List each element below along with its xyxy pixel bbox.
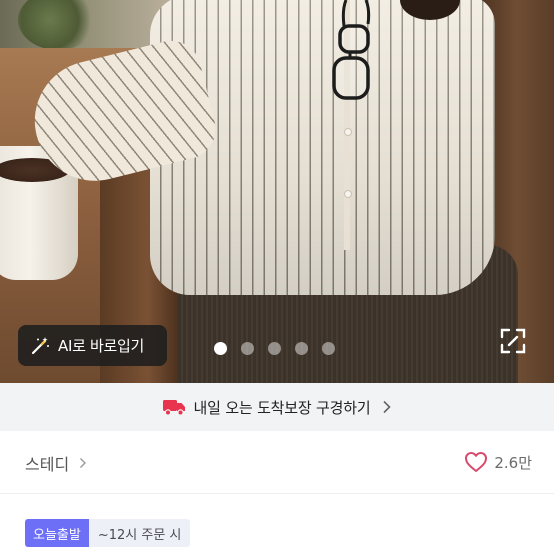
delivery-guarantee-banner[interactable]: 내일 오는 도착보장 구경하기	[0, 383, 554, 431]
carousel-dot[interactable]	[322, 342, 335, 355]
like-count: 2.6만	[494, 453, 532, 472]
chevron-right-icon	[80, 458, 87, 468]
brand-name: 스테디	[25, 455, 70, 474]
delivery-banner-text: 내일 오는 도착보장 구경하기	[193, 398, 371, 417]
product-photo[interactable]: AI로 바로입기	[0, 0, 554, 383]
carousel-dot[interactable]	[214, 342, 227, 355]
truck-icon	[162, 400, 185, 416]
shipping-badges: 오늘출발 ~12시 주문 시	[25, 519, 191, 547]
brand-row: 스테디 2.6만	[0, 431, 554, 494]
expand-icon[interactable]	[500, 328, 526, 354]
same-day-shipping-badge: 오늘출발	[25, 519, 89, 547]
order-cutoff-badge: ~12시 주문 시	[88, 519, 191, 547]
carousel-dot[interactable]	[268, 342, 281, 355]
carousel-indicator	[214, 342, 335, 355]
magic-wand-icon	[31, 336, 49, 354]
ai-try-on-button[interactable]: AI로 바로입기	[18, 325, 167, 366]
photo-glasses	[332, 0, 371, 100]
product-detail-page: AI로 바로입기 내일 오는 도착보장 구경하기 스테디 2.6만 오늘출발 ~…	[0, 0, 554, 554]
brand-link[interactable]: 스테디	[25, 451, 87, 475]
ai-try-on-label: AI로 바로입기	[58, 337, 145, 355]
like-button[interactable]: 2.6만	[464, 451, 532, 473]
carousel-dot[interactable]	[241, 342, 254, 355]
carousel-dot[interactable]	[295, 342, 308, 355]
heart-icon	[465, 452, 488, 472]
chevron-right-icon	[383, 400, 392, 414]
